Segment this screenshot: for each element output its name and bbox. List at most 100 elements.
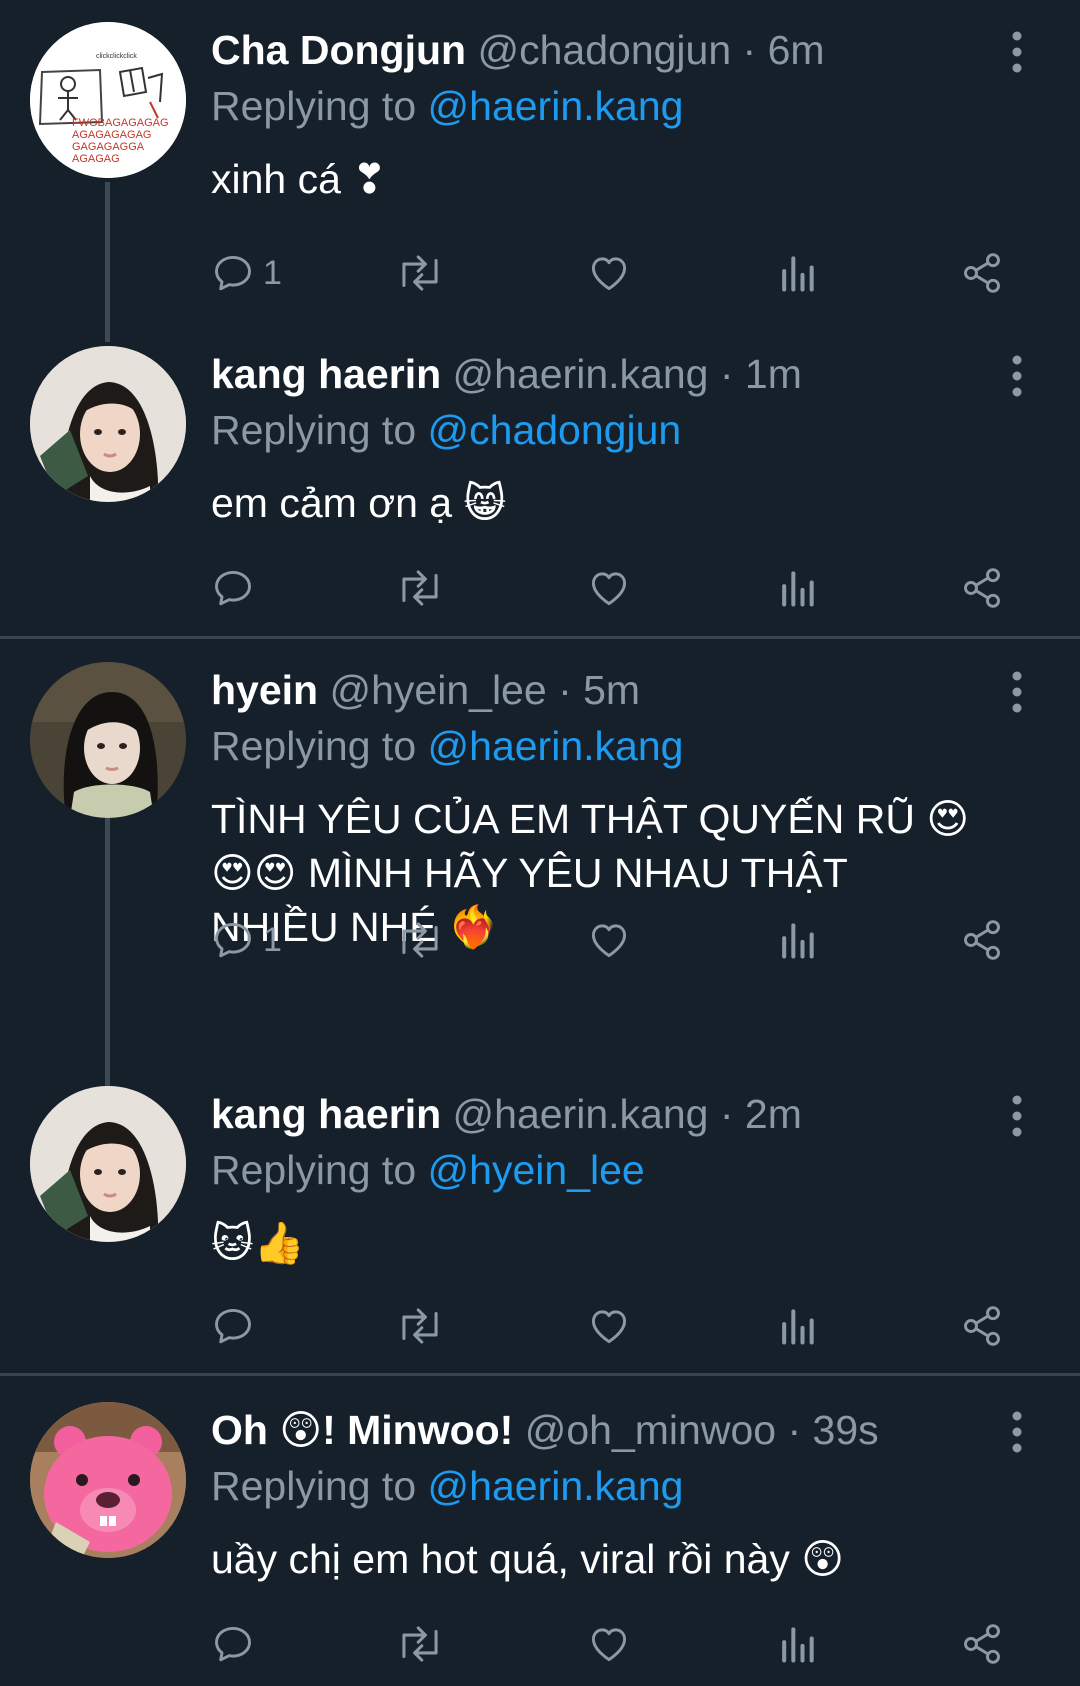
reply-icon [215,1308,251,1344]
like-button[interactable] [586,245,632,301]
reply-thread: clickclickclick FWOBAGAGAGAG AGAGAGAGAG … [0,0,1080,1686]
replying-to: Replying to @haerin.kang [211,720,683,772]
like-button[interactable] [586,560,632,616]
reply-icon [215,922,251,958]
avatar-caption: clickclickclick [96,53,137,60]
reply-icon [215,255,251,291]
reply-count: 1 [263,253,282,292]
more-options-button[interactable] [997,352,1037,400]
user-handle[interactable]: @chadongjun [477,27,731,73]
share-button[interactable] [959,1616,1005,1672]
views-button[interactable] [777,245,817,301]
user-handle[interactable]: @haerin.kang [453,1091,709,1137]
timestamp[interactable]: 6m [768,27,825,73]
retweet-button[interactable] [395,1616,445,1672]
avatar[interactable] [30,1402,186,1558]
tweet-header: Oh 😲! Minwoo! @oh_minwoo · 39s [211,1404,879,1456]
reply-button[interactable] [211,1616,263,1672]
display-name[interactable]: hyein [211,667,318,713]
share-icon [964,1306,1000,1346]
more-options-button[interactable] [997,1408,1037,1456]
reply-icon [215,1626,251,1662]
replying-to-handle[interactable]: @haerin.kang [428,1463,684,1509]
more-vertical-icon [1012,1095,1022,1137]
heart-icon [591,1310,627,1344]
more-options-button[interactable] [997,1092,1037,1140]
portrait-avatar [30,662,186,818]
replying-to-handle[interactable]: @hyein_lee [428,1147,645,1193]
replying-to-label: Replying to [211,723,417,769]
reply-button[interactable]: 1 [211,245,282,301]
retweet-button[interactable] [395,560,445,616]
reply-button[interactable] [211,560,263,616]
sketch-drawing-avatar: clickclickclick FWOBAGAGAGAG AGAGAGAGAG … [30,22,186,178]
separator-dot: · [742,27,757,73]
tweet[interactable]: hyein @hyein_lee · 5m Replying to @haeri… [0,640,1080,1054]
reply-count: 1 [263,920,282,959]
tweet[interactable]: clickclickclick FWOBAGAGAGAG AGAGAGAGAG … [0,0,1080,318]
avatar[interactable] [30,1086,186,1242]
retweet-button[interactable] [395,245,445,301]
reply-icon [215,570,251,606]
retweet-button[interactable] [395,1298,445,1354]
display-name[interactable]: kang haerin [211,351,441,397]
more-options-button[interactable] [997,28,1037,76]
share-button[interactable] [959,912,1005,968]
views-button[interactable] [777,1298,817,1354]
replying-to-handle[interactable]: @haerin.kang [428,83,684,129]
tweet-actions: 1 [211,245,1031,301]
separator-dot: · [719,1091,734,1137]
replying-to-label: Replying to [211,407,417,453]
heart-icon [591,924,627,958]
more-vertical-icon [1012,31,1022,73]
user-handle[interactable]: @hyein_lee [330,667,547,713]
heart-icon [591,572,627,606]
replying-to-handle[interactable]: @haerin.kang [428,723,684,769]
portrait-avatar [30,346,186,502]
timestamp[interactable]: 39s [813,1407,879,1453]
tweet-text: uầy chị em hot quá, viral rồi này 😲 [211,1536,844,1582]
display-name[interactable]: Cha Dongjun [211,27,466,73]
user-handle[interactable]: @oh_minwoo [525,1407,776,1453]
retweet-icon [402,1626,438,1662]
avatar[interactable] [30,662,186,818]
views-button[interactable] [777,560,817,616]
tweet-header: Cha Dongjun @chadongjun · 6m [211,24,825,76]
timestamp[interactable]: 5m [583,667,640,713]
retweet-icon [402,255,438,291]
views-icon [782,571,814,607]
like-button[interactable] [586,1616,632,1672]
share-button[interactable] [959,560,1005,616]
display-name[interactable]: kang haerin [211,1091,441,1137]
heart-icon [591,1628,627,1662]
avatar[interactable]: clickclickclick FWOBAGAGAGAG AGAGAGAGAG … [30,22,186,178]
timestamp[interactable]: 2m [745,1091,802,1137]
more-options-button[interactable] [997,668,1037,716]
share-icon [964,568,1000,608]
views-icon [782,256,814,292]
thread-divider [0,1373,1080,1376]
display-name[interactable]: Oh 😲! Minwoo! [211,1407,513,1453]
share-button[interactable] [959,245,1005,301]
separator-dot: · [558,667,572,713]
share-button[interactable] [959,1298,1005,1354]
views-button[interactable] [777,1616,817,1672]
heart-icon [591,257,627,291]
replying-to-handle[interactable]: @chadongjun [428,407,682,453]
like-button[interactable] [586,1298,632,1354]
timestamp[interactable]: 1m [745,351,802,397]
avatar-caption: AGAGAG [72,153,120,165]
reply-button[interactable]: 1 [211,912,282,968]
tweet[interactable]: kang haerin @haerin.kang · 2m Replying t… [0,1064,1080,1373]
reply-button[interactable] [211,1298,263,1354]
share-icon [964,1624,1000,1664]
user-handle[interactable]: @haerin.kang [453,351,709,397]
like-button[interactable] [586,912,632,968]
views-button[interactable] [777,912,817,968]
share-icon [964,253,1000,293]
tweet[interactable]: kang haerin @haerin.kang · 1m Replying t… [0,324,1080,636]
avatar[interactable] [30,346,186,502]
retweet-icon [402,1308,438,1344]
tweet[interactable]: Oh 😲! Minwoo! @oh_minwoo · 39s Replying … [0,1380,1080,1686]
retweet-button[interactable] [395,912,445,968]
